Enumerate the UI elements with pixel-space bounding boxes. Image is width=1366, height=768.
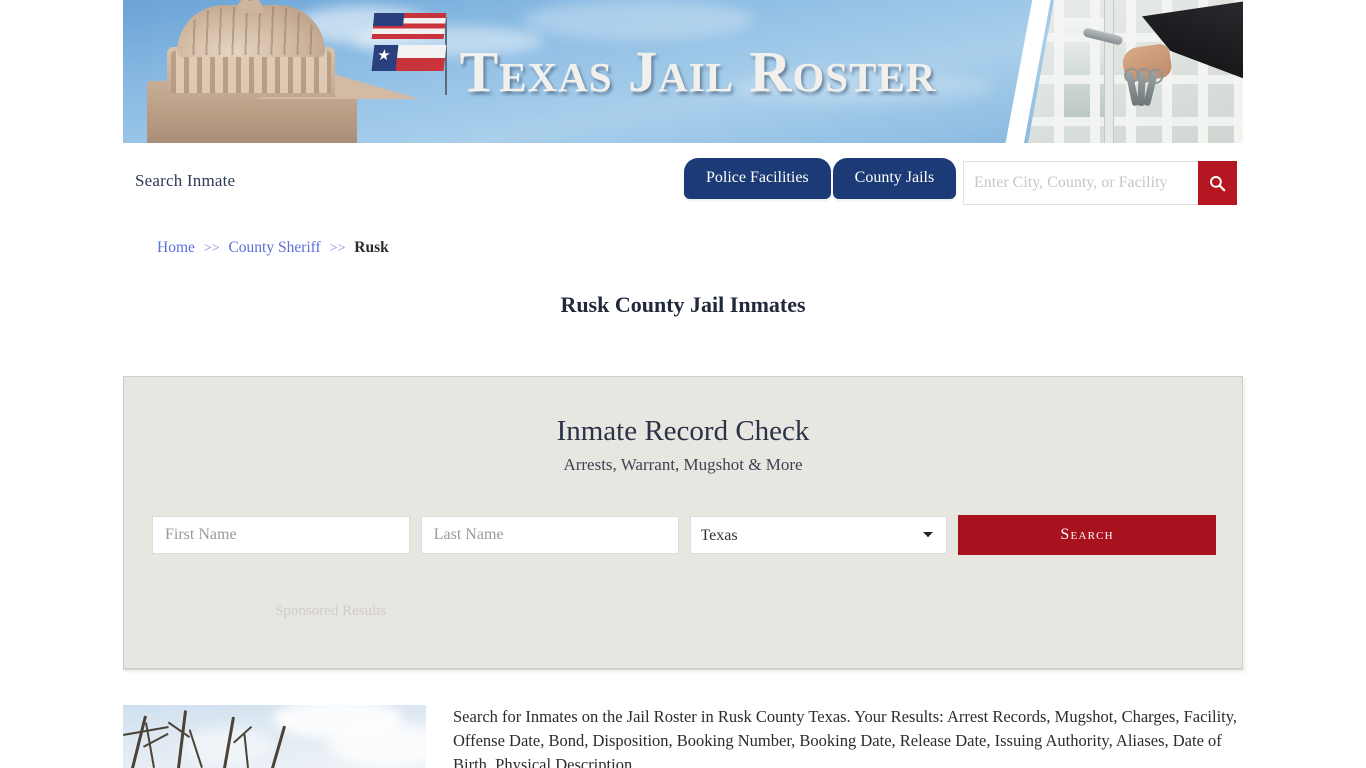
navigation-bar: Search Inmate Police Facilities County J… xyxy=(123,143,1243,223)
breadcrumb-item-county-sheriff[interactable]: County Sheriff xyxy=(228,239,320,256)
page-root: Texas Jail Roster Search Inmate Police F… xyxy=(0,0,1366,768)
page-title: Rusk County Jail Inmates xyxy=(560,292,806,317)
sponsored-results-label: Sponsored Results xyxy=(275,603,387,619)
search-icon xyxy=(1210,175,1226,191)
site-banner: Texas Jail Roster xyxy=(123,0,1243,143)
tab-police-facilities[interactable]: Police Facilities xyxy=(684,158,831,199)
state-select[interactable]: Texas xyxy=(689,516,948,554)
tab-county-jails[interactable]: County Jails xyxy=(832,158,957,199)
facility-search-input[interactable] xyxy=(963,161,1198,205)
inmate-search-button[interactable]: Search xyxy=(958,515,1216,555)
site-brand[interactable]: Search Inmate xyxy=(135,171,235,191)
breadcrumb: Home >> County Sheriff >> Rusk xyxy=(157,239,389,257)
header-search-button[interactable] xyxy=(1198,161,1237,205)
breadcrumb-item-current: Rusk xyxy=(354,239,389,256)
article-description: Search for Inmates on the Jail Roster in… xyxy=(453,707,1238,768)
breadcrumb-item-home[interactable]: Home xyxy=(157,239,195,256)
first-name-input[interactable] xyxy=(152,516,410,554)
banner-title: Texas Jail Roster xyxy=(459,39,937,104)
article-thumbnail-image xyxy=(123,705,426,768)
tree-branch xyxy=(271,725,286,768)
cloud-shape xyxy=(328,723,426,767)
breadcrumb-separator: >> xyxy=(203,241,220,256)
tree-branch xyxy=(167,721,190,738)
nav-tabs: Police Facilities County Jails xyxy=(684,158,958,199)
inmate-search-form: Texas Search xyxy=(152,515,1216,555)
breadcrumb-separator: >> xyxy=(329,241,346,256)
inmate-record-check-panel: Inmate Record Check Arrests, Warrant, Mu… xyxy=(123,376,1243,669)
header-search xyxy=(963,161,1237,205)
panel-subtitle: Arrests, Warrant, Mugshot & More xyxy=(563,455,803,474)
last-name-input[interactable] xyxy=(420,516,679,554)
panel-title: Inmate Record Check xyxy=(556,415,810,447)
